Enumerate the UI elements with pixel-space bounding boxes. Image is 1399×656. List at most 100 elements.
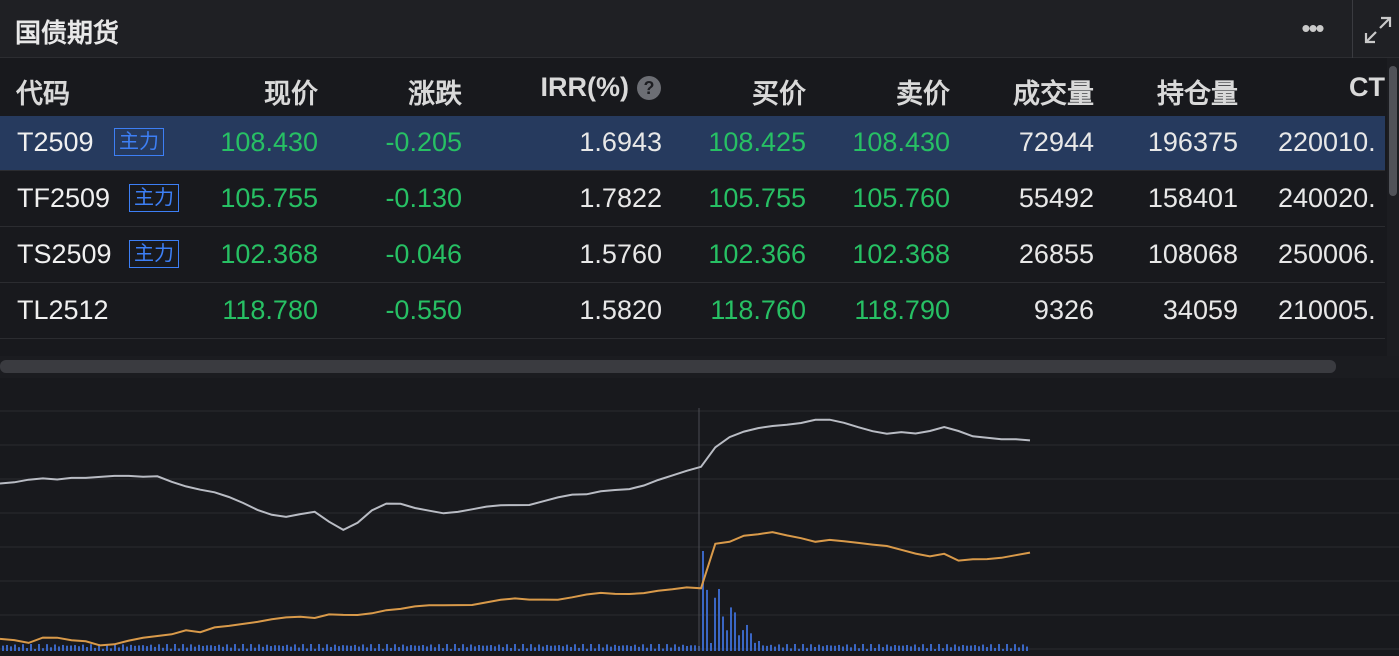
volume-bar [70, 645, 72, 651]
volume-bar [1006, 644, 1008, 651]
volume-bar [422, 644, 424, 651]
volume-bar [534, 647, 536, 651]
volume-bar [54, 644, 56, 651]
volume-bar [118, 647, 120, 651]
volume-bar [746, 624, 748, 651]
volume-bar [438, 644, 440, 651]
volume-bar [810, 644, 812, 651]
volume-bar [702, 551, 704, 651]
volume-bar [898, 645, 900, 651]
volume-bar [274, 645, 276, 651]
help-icon[interactable]: ? [637, 76, 661, 100]
col-ask[interactable]: 卖价 [896, 72, 950, 111]
intraday-chart[interactable] [0, 378, 1399, 651]
volume-bar [154, 646, 156, 651]
volume-bar [134, 645, 136, 651]
volume-bar [410, 645, 412, 651]
volume-bar [346, 645, 348, 651]
volume-bar [742, 630, 744, 651]
volume-bar [962, 644, 964, 651]
main-contract-badge: 主力 [129, 184, 179, 212]
volume-bar [566, 644, 568, 651]
col-code[interactable]: 代码 [16, 72, 70, 111]
volume-bar [734, 612, 736, 651]
col-change[interactable]: 涨跌 [408, 72, 462, 111]
volume-bar [362, 644, 364, 651]
volume-bar [278, 645, 280, 651]
volume-bar [82, 644, 84, 651]
volume-bar [66, 645, 68, 651]
volume-bar [914, 644, 916, 651]
volume-bar [126, 646, 128, 651]
table-row[interactable]: TF2509 主力 105.755 -0.130 1.7822 105.755 … [0, 172, 1385, 227]
volume-bar [910, 646, 912, 651]
volume-bar [282, 645, 284, 651]
volume-bar [218, 644, 220, 651]
volume-cell: 72944 [1018, 127, 1094, 157]
volume-bar [966, 645, 968, 651]
volume-bar [730, 607, 732, 651]
volume-bar [470, 644, 472, 651]
volume-bar [250, 644, 252, 651]
volume-bar [138, 645, 140, 651]
horizontal-scroll-thumb[interactable] [0, 360, 1336, 373]
col-ctd[interactable]: CT [1349, 72, 1385, 103]
volume-bar [630, 646, 632, 651]
volume-bar [750, 633, 752, 651]
volume-bar [146, 646, 148, 651]
table-row[interactable]: TS2509 主力 102.368 -0.046 1.5760 102.366 … [0, 228, 1385, 283]
volume-bar [62, 644, 64, 651]
more-icon[interactable]: ••• [1292, 10, 1332, 46]
volume-bar [986, 647, 988, 651]
volume-bar [330, 646, 332, 651]
expand-icon[interactable] [1362, 14, 1394, 46]
code-cell: T2509 [17, 127, 94, 157]
volume-bar [786, 644, 788, 651]
volume-cell: 9326 [1033, 295, 1094, 325]
volume-bar [590, 644, 592, 651]
header-divider [1352, 0, 1353, 58]
volume-bar [290, 646, 292, 651]
volume-bar [142, 645, 144, 651]
col-volume[interactable]: 成交量 [1013, 72, 1094, 111]
volume-bar [506, 644, 508, 651]
col-bid[interactable]: 买价 [752, 72, 806, 111]
volume-bar [634, 644, 636, 651]
volume-bar [386, 644, 388, 651]
volume-bar [122, 644, 124, 651]
col-irr[interactable]: IRR(%)? [541, 72, 661, 103]
volume-bar [354, 644, 356, 651]
volume-bar [710, 642, 712, 651]
volume-bar [406, 646, 408, 651]
volume-bar [414, 645, 416, 651]
vertical-scroll-thumb[interactable] [1389, 66, 1397, 196]
col-price[interactable]: 现价 [264, 72, 318, 111]
volume-bar [22, 644, 24, 651]
volume-bar [430, 644, 432, 651]
ctd-cell: 250006. [1278, 239, 1376, 269]
volume-bar [626, 645, 628, 651]
col-oi[interactable]: 持仓量 [1157, 72, 1238, 111]
chart-svg [0, 408, 1399, 651]
code-cell: TS2509 [17, 239, 112, 269]
volume-bar [830, 645, 832, 651]
volume-bar [462, 644, 464, 651]
volume-bar [950, 647, 952, 651]
volume-bar [446, 644, 448, 651]
volume-bar [74, 645, 76, 651]
volume-bar [722, 616, 724, 651]
table-row[interactable]: TL2512 118.780 -0.550 1.5820 118.760 118… [0, 284, 1385, 339]
volume-bar [638, 646, 640, 651]
volume-bar [614, 644, 616, 651]
volume-bar [86, 647, 88, 651]
oi-cell: 108068 [1147, 239, 1238, 269]
volume-bar [686, 645, 688, 651]
price-cell: 102.368 [220, 239, 318, 269]
volume-bar [850, 647, 852, 651]
volume-bar [550, 645, 552, 651]
volume-bar [478, 644, 480, 651]
table-row[interactable]: T2509 主力 108.430 -0.205 1.6943 108.425 1… [0, 116, 1385, 171]
main-contract-badge: 主力 [129, 240, 179, 268]
volume-bar [318, 644, 320, 651]
volume-bar [842, 646, 844, 651]
